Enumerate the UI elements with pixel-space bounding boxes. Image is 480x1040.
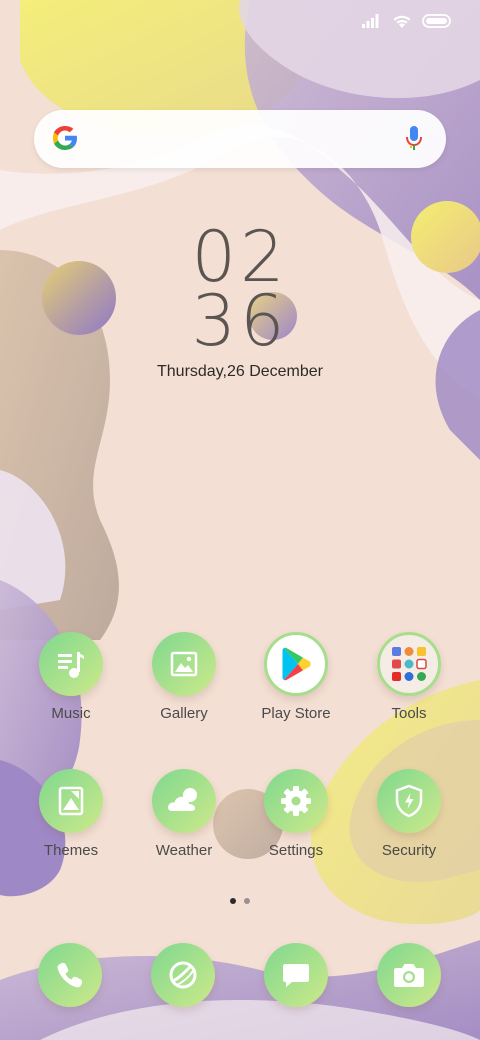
app-settings[interactable]: Settings bbox=[240, 769, 352, 859]
app-gallery[interactable]: Gallery bbox=[128, 632, 240, 722]
battery-icon bbox=[422, 14, 451, 28]
app-music[interactable]: Music bbox=[15, 632, 127, 722]
app-play-store-bubble[interactable] bbox=[264, 632, 328, 696]
app-label: Play Store bbox=[261, 705, 331, 722]
app-themes-bubble[interactable] bbox=[39, 769, 103, 833]
app-settings-bubble[interactable] bbox=[264, 769, 328, 833]
clock-widget[interactable]: 02 36 Thursday,26 December bbox=[0, 222, 480, 381]
app-weather[interactable]: Weather bbox=[128, 769, 240, 859]
page-dot-active bbox=[230, 898, 236, 904]
app-music-bubble[interactable] bbox=[39, 632, 103, 696]
app-gallery-bubble[interactable] bbox=[152, 632, 216, 696]
dock-phone[interactable] bbox=[38, 943, 102, 1007]
messages-icon bbox=[283, 964, 309, 987]
mic-icon[interactable] bbox=[404, 124, 424, 154]
browser-icon bbox=[169, 961, 197, 989]
folder-icon[interactable] bbox=[377, 632, 441, 696]
page-dot bbox=[244, 898, 250, 904]
app-label: Settings bbox=[268, 842, 324, 859]
gear-icon bbox=[281, 786, 311, 816]
phone-icon bbox=[57, 962, 83, 988]
search-bar[interactable] bbox=[34, 110, 446, 168]
signal-icon bbox=[362, 14, 379, 28]
app-label: Weather bbox=[155, 842, 213, 859]
dock-browser[interactable] bbox=[151, 943, 215, 1007]
clock-minutes: 36 bbox=[191, 280, 289, 362]
music-icon bbox=[58, 652, 84, 678]
app-label: Gallery bbox=[160, 705, 208, 722]
shield-icon bbox=[395, 784, 423, 818]
gallery-icon bbox=[170, 651, 198, 677]
app-security[interactable]: Security bbox=[353, 769, 465, 859]
themes-icon bbox=[58, 786, 84, 816]
app-label: Security bbox=[381, 842, 437, 859]
wifi-icon bbox=[393, 15, 411, 28]
app-label: Music bbox=[51, 705, 91, 722]
clock-date: Thursday,26 December bbox=[157, 363, 323, 380]
google-logo-icon bbox=[53, 126, 77, 150]
dock-messages[interactable] bbox=[264, 943, 328, 1007]
app-weather-bubble[interactable] bbox=[152, 769, 216, 833]
app-play-store[interactable]: Play Store bbox=[240, 632, 352, 722]
camera-icon bbox=[394, 964, 424, 987]
app-tools-folder[interactable]: Tools bbox=[353, 632, 465, 722]
folder-mini-icons bbox=[392, 647, 427, 681]
page-indicator bbox=[0, 898, 480, 904]
status-bar bbox=[362, 10, 452, 32]
play-store-icon bbox=[282, 647, 311, 681]
dock-camera[interactable] bbox=[377, 943, 441, 1007]
weather-icon bbox=[168, 788, 197, 811]
app-security-bubble[interactable] bbox=[377, 769, 441, 833]
app-themes[interactable]: Themes bbox=[15, 769, 127, 859]
app-label: Themes bbox=[43, 842, 99, 859]
app-label: Tools bbox=[391, 705, 427, 722]
